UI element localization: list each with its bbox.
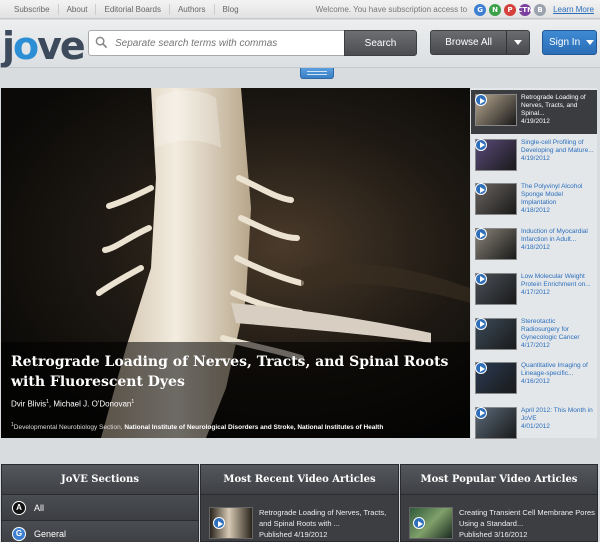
learn-more-link[interactable]: Learn More: [553, 5, 594, 14]
section-label: General: [34, 528, 67, 539]
video-list-item[interactable]: Induction of Myocardial Infarction in Ad…: [471, 224, 597, 268]
article-info: Retrograde Loading of Nerves, Tracts, an…: [259, 508, 387, 539]
about-link[interactable]: About: [59, 4, 97, 15]
author-name: Michael J. O'Donovan: [53, 399, 132, 409]
ctn-section-badge[interactable]: CTN: [517, 3, 533, 16]
sections-heading: JoVE Sections: [2, 465, 198, 495]
video-list-title: Induction of Myocardial Infarction in Ad…: [521, 228, 588, 252]
recent-articles-heading: Most Recent Video Articles: [201, 465, 398, 495]
utility-bar: Subscribe About Editorial Boards Authors…: [0, 0, 600, 19]
site-header: jove Search Browse All Sign In: [0, 20, 600, 68]
video-list-title: Low Molecular Weight Protein Enrichment …: [521, 272, 591, 296]
search-input[interactable]: [88, 30, 345, 56]
welcome-text: Welcome. You have subscription access to: [315, 5, 468, 14]
video-list-item[interactable]: Low Molecular Weight Protein Enrichment …: [471, 269, 597, 313]
recent-articles-panel: Most Recent Video Articles Retrograde Lo…: [200, 464, 399, 542]
play-icon: [475, 228, 487, 241]
sign-in-button[interactable]: Sign In: [542, 30, 597, 55]
search-bar: Search: [88, 30, 418, 56]
play-icon: [475, 138, 487, 151]
aff-dept: Developmental Neurobiology Section,: [13, 424, 125, 432]
section-label: All: [34, 502, 45, 513]
video-list-item[interactable]: Stereotactic Radiosurgery for Gynecologi…: [471, 314, 597, 358]
jove-logo[interactable]: jove: [2, 24, 86, 68]
video-list-title: Stereotactic Radiosurgery for Gynecologi…: [521, 317, 580, 349]
video-list-title: Single-cell Profiling of Developing and …: [521, 138, 594, 162]
chevron-down-icon: [586, 40, 595, 45]
video-list-title: Retrograde Loading of Nerves, Tracts, an…: [521, 94, 586, 125]
play-icon: [475, 94, 487, 106]
featured-title[interactable]: Retrograde Loading of Nerves, Tracts, an…: [11, 352, 461, 392]
collapse-handle[interactable]: [300, 68, 334, 79]
browse-all-dropdown[interactable]: Browse All: [430, 30, 530, 55]
p-section-badge[interactable]: P: [504, 3, 517, 16]
video-list-item[interactable]: April 2012: This Month in JoVE 4/01/2012: [471, 403, 597, 447]
play-icon: [475, 317, 487, 330]
search-button[interactable]: Search: [344, 30, 417, 56]
play-icon: [475, 272, 487, 285]
featured-affiliation: 1Developmental Neurobiology Section, Nat…: [11, 422, 383, 431]
popular-articles-heading: Most Popular Video Articles: [401, 465, 597, 495]
article-info: Creating Transient Cell Membrane Pores U…: [459, 508, 595, 539]
video-list-title: April 2012: This Month in JoVE 4/01/2012: [521, 406, 593, 430]
subscribe-link[interactable]: Subscribe: [6, 4, 59, 15]
section-a-icon: A: [12, 500, 26, 515]
browse-all-label: Browse All: [445, 37, 492, 48]
utility-nav: Subscribe About Editorial Boards Authors…: [6, 0, 247, 19]
video-list-item[interactable]: Quantitative Imaging of Lineage-specific…: [471, 358, 597, 402]
video-list-item[interactable]: The Polyvinyl Alcohol Sponge Model Impla…: [471, 179, 597, 223]
author-name: Dvir Blivis: [11, 399, 47, 409]
general-section-badge[interactable]: G: [474, 3, 487, 16]
aff-inst: National Institute of Neurological Disor…: [124, 424, 384, 432]
neuroscience-section-badge[interactable]: N: [489, 3, 502, 16]
chevron-down-icon: [506, 31, 529, 54]
video-list-title: The Polyvinyl Alcohol Sponge Model Impla…: [521, 183, 583, 215]
play-icon: [213, 517, 225, 529]
section-g-icon: G: [12, 526, 26, 541]
featured-authors: Dvir Blivis1, Michael J. O'Donovan1: [11, 399, 135, 409]
featured-video[interactable]: Retrograde Loading of Nerves, Tracts, an…: [1, 88, 470, 438]
blog-link[interactable]: Blog: [215, 4, 247, 15]
recent-video-list: Retrograde Loading of Nerves, Tracts, an…: [471, 88, 597, 439]
section-item-all[interactable]: A All: [2, 495, 198, 521]
video-list-title: Quantitative Imaging of Lineage-specific…: [521, 362, 588, 386]
logo-j: j: [2, 24, 15, 68]
authors-link[interactable]: Authors: [170, 4, 215, 15]
author-sup: 1: [46, 399, 49, 405]
bio-section-badge[interactable]: B: [534, 3, 547, 16]
section-item-general[interactable]: G General: [2, 521, 198, 542]
subscription-info: Welcome. You have subscription access to…: [316, 0, 594, 19]
author-sup: 1: [131, 399, 135, 405]
play-icon: [475, 406, 487, 419]
search-icon: [95, 36, 108, 49]
play-icon: [413, 517, 425, 529]
popular-articles-panel: Most Popular Video Articles Creating Tra…: [400, 464, 598, 542]
video-list-item[interactable]: Retrograde Loading of Nerves, Tracts, an…: [471, 90, 597, 134]
editorial-boards-link[interactable]: Editorial Boards: [96, 4, 170, 15]
logo-rest: ve: [37, 24, 86, 68]
sign-in-label: Sign In: [549, 37, 581, 48]
video-list-item[interactable]: Single-cell Profiling of Developing and …: [471, 135, 597, 179]
sections-panel: JoVE Sections A All G General: [1, 464, 199, 542]
logo-o: o: [13, 24, 39, 68]
